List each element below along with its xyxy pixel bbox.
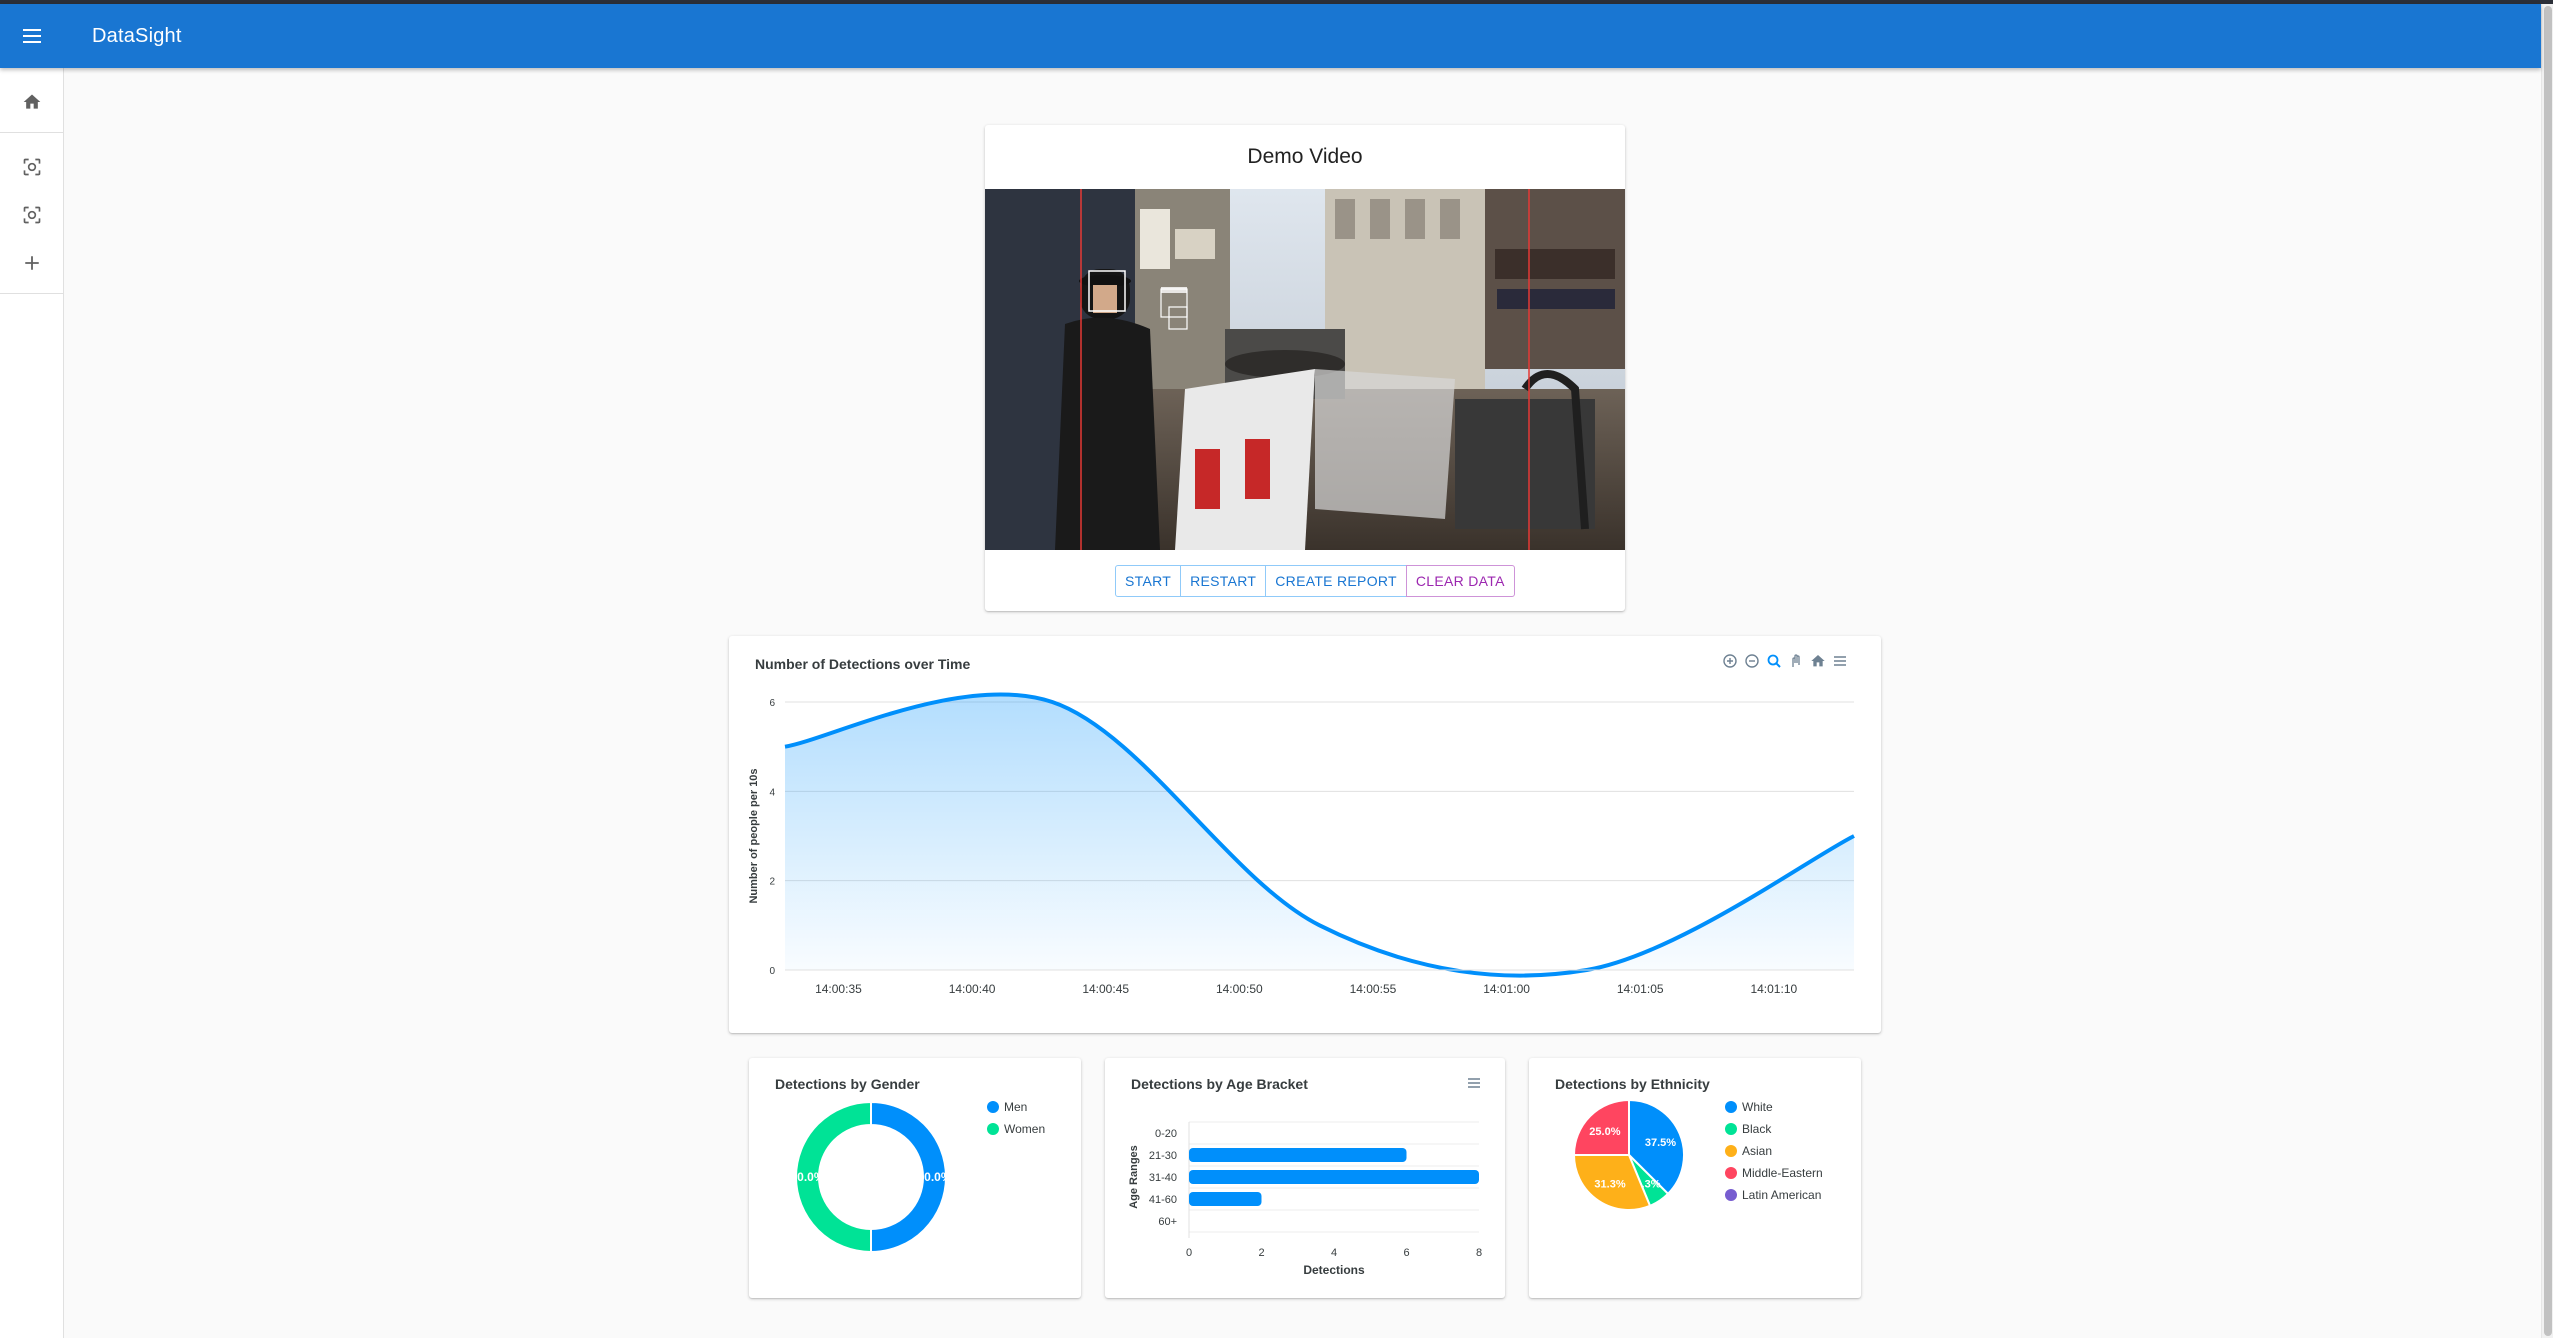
ethnicity-legend: White Black Asian Middle-Eastern Latin A…	[1725, 1096, 1823, 1206]
gender-card: Detections by Gender 50.0% 50.0% Men Wome…	[749, 1058, 1081, 1298]
series-area	[785, 694, 1854, 976]
video-controls: START RESTART CREATE REPORT CLEAR DATA	[1115, 565, 1515, 597]
legend-label: Middle-Eastern	[1742, 1166, 1823, 1180]
app-bar: DataSight	[0, 4, 2541, 68]
bar-31-40	[1189, 1170, 1479, 1184]
legend-marker	[1725, 1167, 1737, 1179]
legend-label: Latin American	[1742, 1188, 1822, 1202]
face-scan-icon	[23, 158, 41, 176]
legend-item-latin-american[interactable]: Latin American	[1725, 1184, 1823, 1206]
y-tick-label: 21-30	[1149, 1150, 1177, 1162]
sidebar-item-home[interactable]	[0, 78, 64, 126]
legend-label: Black	[1742, 1122, 1772, 1136]
legend-item-white[interactable]: White	[1725, 1096, 1823, 1118]
legend-marker	[1725, 1123, 1737, 1135]
legend-marker	[1725, 1145, 1737, 1157]
vertical-scrollbar[interactable]	[2541, 4, 2553, 1338]
sidebar-divider	[0, 132, 64, 133]
gender-donut-chart: 50.0% 50.0%	[790, 1100, 952, 1254]
x-tick-label: 14:01:05	[1617, 982, 1664, 996]
sidebar-divider	[0, 293, 64, 294]
x-tick-label: 14:01:00	[1483, 982, 1530, 996]
menu-button[interactable]	[0, 4, 64, 68]
x-tick-label: 2	[1258, 1247, 1264, 1259]
legend-item-women[interactable]: Women	[987, 1118, 1045, 1140]
start-button[interactable]: START	[1115, 565, 1182, 597]
legend-item-men[interactable]: Men	[987, 1096, 1045, 1118]
bar-21-30	[1189, 1148, 1407, 1162]
street-video-frame	[985, 189, 1625, 550]
x-tick-label: 6	[1403, 1247, 1409, 1259]
x-tick-label: 14:01:10	[1750, 982, 1797, 996]
bar-41-60	[1189, 1192, 1262, 1206]
sidebar-item-face-scan-2[interactable]	[0, 191, 64, 239]
video-player[interactable]	[985, 189, 1625, 550]
y-tick-label: 4	[769, 787, 775, 798]
y-tick-label: 60+	[1158, 1216, 1177, 1228]
y-tick-label: 41-60	[1149, 1194, 1177, 1206]
y-axis-label: Age Ranges	[1128, 1145, 1140, 1209]
demo-video-card: Demo Video START RESTART CREATE REPORT C…	[985, 125, 1625, 611]
legend-item-asian[interactable]: Asian	[1725, 1140, 1823, 1162]
hamburger-menu-icon	[23, 29, 41, 43]
x-tick-label: 14:00:35	[815, 982, 862, 996]
x-axis-label: Detections	[1303, 1263, 1365, 1277]
y-tick-label: 0-20	[1155, 1128, 1177, 1140]
y-tick-label: 2	[769, 877, 775, 888]
slice-label: 25.0%	[1589, 1126, 1620, 1138]
y-tick-label: 6	[769, 698, 775, 709]
restart-button[interactable]: RESTART	[1180, 565, 1267, 597]
add-icon	[25, 256, 39, 270]
x-tick-label: 14:00:45	[1082, 982, 1129, 996]
app-title: DataSight	[92, 24, 182, 47]
legend-marker	[1725, 1189, 1737, 1201]
detections-over-time-card: Number of Detections over Time 0 2 4 6 Numbe…	[729, 636, 1881, 1033]
y-tick-label: 31-40	[1149, 1172, 1177, 1184]
legend-item-black[interactable]: Black	[1725, 1118, 1823, 1140]
sidebar-item-face-scan-1[interactable]	[0, 143, 64, 191]
legend-label: Men	[1004, 1100, 1028, 1114]
clear-data-button[interactable]: CLEAR DATA	[1405, 565, 1515, 597]
slice-label: 50.0%	[917, 1170, 951, 1184]
legend-label: White	[1742, 1100, 1773, 1114]
x-tick-label: 0	[1186, 1247, 1192, 1259]
x-tick-label: 14:00:50	[1216, 982, 1263, 996]
x-tick-label: 8	[1476, 1247, 1482, 1259]
legend-label: Women	[1004, 1122, 1046, 1136]
ethnicity-card: Detections by Ethnicity 37.5% 6.3% 31.3% 25…	[1529, 1058, 1861, 1298]
y-tick-label: 0	[769, 966, 775, 977]
sidebar	[0, 68, 64, 1338]
x-tick-label: 14:00:55	[1350, 982, 1397, 996]
age-bar-chart: 0-20 21-30 31-40 41-60 60+ 0 2 4 6 8 Detections Age…	[1128, 1121, 1482, 1277]
slice-label: 50.0%	[790, 1170, 824, 1184]
y-axis-label: Number of people per 10s	[748, 768, 760, 903]
video-title: Demo Video	[1247, 145, 1363, 168]
sidebar-item-add[interactable]	[0, 239, 64, 287]
slice-label: 31.3%	[1594, 1178, 1625, 1190]
legend-label: Asian	[1742, 1144, 1773, 1158]
home-icon	[23, 94, 41, 109]
gender-legend: Men Women	[987, 1096, 1045, 1140]
x-tick-label: 4	[1331, 1247, 1337, 1259]
face-scan-icon	[23, 206, 41, 224]
legend-marker	[1725, 1101, 1737, 1113]
detections-line-chart: 0 2 4 6 Number of people per 10s 14:00:35 14:0…	[748, 692, 1855, 996]
age-bracket-card: Detections by Age Bracket 0-20 21-30 31-40…	[1105, 1058, 1505, 1298]
create-report-button[interactable]: CREATE REPORT	[1265, 565, 1407, 597]
x-tick-label: 14:00:40	[949, 982, 996, 996]
legend-marker	[987, 1123, 999, 1135]
legend-marker	[987, 1101, 999, 1113]
slice-label: 37.5%	[1645, 1137, 1676, 1149]
legend-item-middle-eastern[interactable]: Middle-Eastern	[1725, 1162, 1823, 1184]
scrollbar-thumb[interactable]	[2544, 6, 2552, 1336]
